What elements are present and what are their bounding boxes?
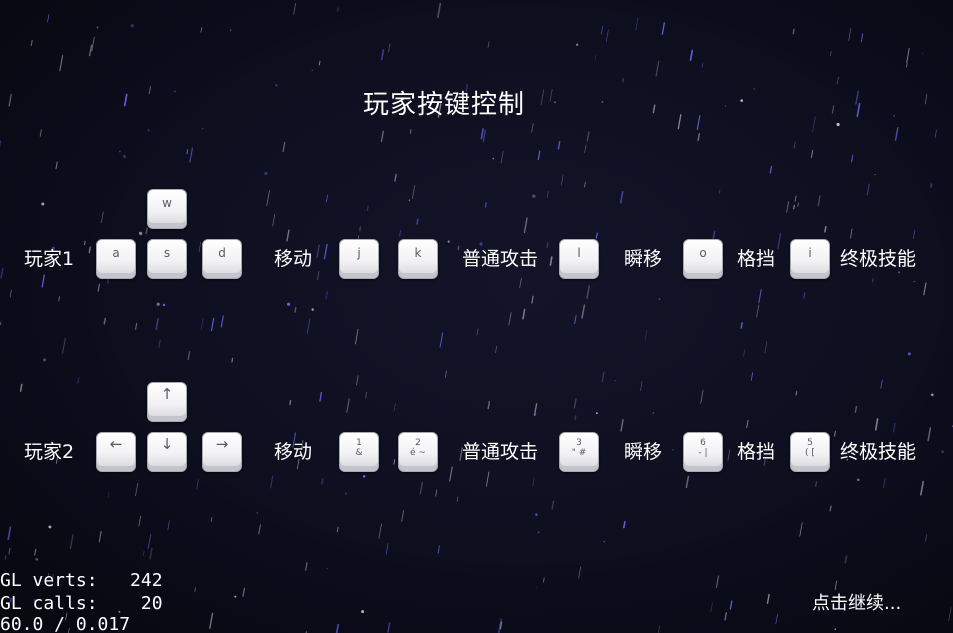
p2-key-attack1-label: 1 & bbox=[355, 438, 363, 459]
p2-ultimate-label: 终极技能 bbox=[840, 441, 917, 463]
p2-key-down[interactable]: ↓ bbox=[147, 432, 187, 472]
p1-key-attack2-label: k bbox=[414, 246, 422, 260]
p2-key-block[interactable]: 6 - | bbox=[683, 432, 723, 472]
p1-key-right[interactable]: d bbox=[202, 239, 242, 279]
p1-key-up[interactable]: w bbox=[147, 189, 187, 229]
arrow-down-icon: ↓ bbox=[160, 435, 174, 453]
p1-key-teleport-label: l bbox=[577, 246, 581, 260]
p1-key-down[interactable]: s bbox=[147, 239, 187, 279]
arrow-left-icon: ← bbox=[109, 435, 123, 453]
p1-block-label: 格挡 bbox=[737, 248, 776, 270]
p1-key-block-label: o bbox=[699, 246, 707, 260]
arrow-right-icon: → bbox=[215, 435, 229, 453]
p1-key-block[interactable]: o bbox=[683, 239, 723, 279]
p2-key-left[interactable]: ← bbox=[96, 432, 136, 472]
p2-key-ultimate-label: 5 ( [ bbox=[805, 438, 815, 459]
p2-key-up[interactable]: ↑ bbox=[147, 382, 187, 422]
p2-key-teleport[interactable]: 3 " # bbox=[559, 432, 599, 472]
p2-move-label: 移动 bbox=[274, 441, 313, 463]
player1-label: 玩家1 bbox=[24, 248, 75, 270]
p1-ultimate-label: 终极技能 bbox=[840, 248, 917, 270]
player2-label: 玩家2 bbox=[24, 441, 75, 463]
p1-key-attack1[interactable]: j bbox=[339, 239, 379, 279]
p1-key-right-label: d bbox=[218, 246, 226, 260]
p1-key-left[interactable]: a bbox=[96, 239, 136, 279]
p2-teleport-label: 瞬移 bbox=[624, 441, 663, 463]
debug-fps: 60.0 / 0.017 bbox=[0, 614, 131, 633]
p1-attack-label: 普通攻击 bbox=[462, 248, 539, 270]
p1-key-ultimate[interactable]: i bbox=[790, 239, 830, 279]
p2-key-teleport-label: 3 " # bbox=[571, 438, 587, 459]
p1-key-down-label: s bbox=[163, 246, 171, 260]
p2-key-block-label: 6 - | bbox=[698, 438, 708, 459]
debug-gl-calls: GL calls: 20 bbox=[0, 593, 163, 614]
p2-attack-label: 普通攻击 bbox=[462, 441, 539, 463]
p1-move-label: 移动 bbox=[274, 248, 313, 270]
arrow-up-icon: ↑ bbox=[160, 385, 174, 403]
p1-teleport-label: 瞬移 bbox=[624, 248, 663, 270]
p2-key-right[interactable]: → bbox=[202, 432, 242, 472]
p1-key-attack1-label: j bbox=[357, 246, 361, 260]
p1-key-left-label: a bbox=[112, 246, 120, 260]
page-title: 玩家按键控制 bbox=[362, 90, 525, 120]
p2-key-attack1[interactable]: 1 & bbox=[339, 432, 379, 472]
p1-key-teleport[interactable]: l bbox=[559, 239, 599, 279]
p2-key-ultimate[interactable]: 5 ( [ bbox=[790, 432, 830, 472]
debug-gl-verts: GL verts: 242 bbox=[0, 570, 163, 591]
click-to-continue[interactable]: 点击继续... bbox=[812, 589, 901, 615]
p2-block-label: 格挡 bbox=[737, 441, 776, 463]
p1-key-ultimate-label: i bbox=[808, 246, 812, 260]
p1-key-attack2[interactable]: k bbox=[398, 239, 438, 279]
game-screen[interactable]: 玩家按键控制 玩家1 w a s d 移动 j k 普通攻击 l 瞬移 o 格挡… bbox=[0, 0, 953, 633]
p1-key-up-label: w bbox=[162, 196, 172, 210]
p2-key-attack2[interactable]: 2 é ~ bbox=[398, 432, 438, 472]
p2-key-attack2-label: 2 é ~ bbox=[410, 438, 426, 459]
